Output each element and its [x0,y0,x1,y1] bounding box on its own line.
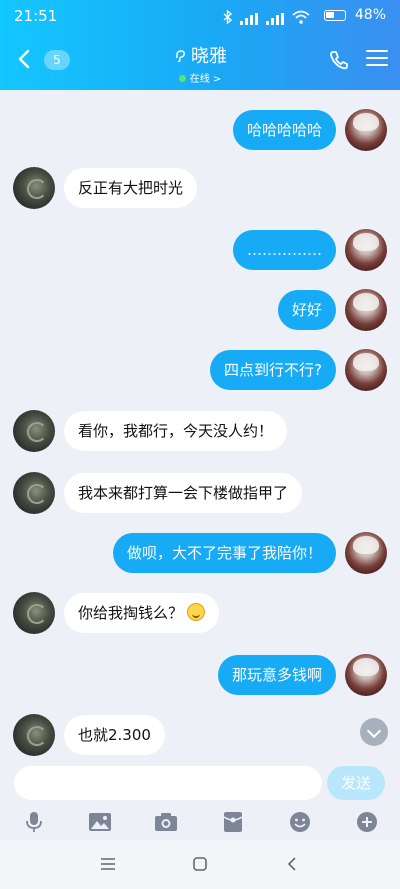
toolbar [0,810,400,836]
message-bubble[interactable]: 四点到行不行? [210,350,336,390]
send-button[interactable]: 发送 [327,766,385,800]
message-bubble[interactable]: 我本来都打算一会下楼做指甲了 [64,473,303,513]
my-avatar[interactable] [345,654,387,696]
system-nav-bar [0,840,400,889]
contact-avatar[interactable] [13,410,55,452]
emoji-icon[interactable] [287,810,313,834]
battery-level: 48% [354,7,386,23]
scroll-to-bottom-button[interactable] [360,718,388,746]
plus-icon[interactable] [354,810,380,834]
camera-icon[interactable] [153,810,179,834]
home-icon[interactable] [190,854,210,874]
message-bubble[interactable]: 也就2.300 [64,715,165,755]
message-bubble[interactable]: 做呗，大不了完事了我陪你！ [112,533,336,573]
message-row: 也就2.300 [0,712,400,758]
ear-icon [173,47,187,63]
message-row: 看你，我都行，今天没人约！ [0,408,400,454]
contact-avatar[interactable] [13,167,55,209]
status-time: 21:51 [14,7,58,25]
online-dot-icon [178,75,186,82]
back-icon[interactable] [283,854,303,874]
message-row: 反正有大把时光 [0,165,400,211]
my-avatar[interactable] [345,532,387,574]
battery-icon [324,10,346,21]
chat-header: 21:51 48% 5 晓雅 在线 > [0,0,400,90]
title-bar: 5 晓雅 在线 > [0,36,400,86]
contact-avatar[interactable] [13,714,55,756]
signal-icon-2 [266,12,284,25]
phone-icon[interactable] [328,49,350,71]
image-icon[interactable] [87,810,113,834]
menu-icon[interactable] [366,50,388,70]
message-row: 你给我掏钱么？ [0,590,400,636]
contact-name: 晓雅 [191,46,227,67]
message-row: 那玩意多钱啊 [0,652,400,698]
contact-avatar[interactable] [13,592,55,634]
message-row: 哈哈哈哈哈 [0,107,400,153]
microphone-icon[interactable] [21,810,47,834]
message-bubble[interactable]: 好好 [277,290,336,330]
my-avatar[interactable] [345,289,387,331]
message-bubble[interactable]: 看你，我都行，今天没人约！ [64,411,288,451]
message-row: …………… [0,227,400,273]
message-bubble[interactable]: 反正有大把时光 [64,168,198,208]
message-bubble[interactable]: 哈哈哈哈哈 [232,110,336,150]
message-bubble[interactable]: 那玩意多钱啊 [217,655,336,695]
message-input[interactable] [14,766,322,800]
message-row: 我本来都打算一会下楼做指甲了 [0,470,400,516]
message-bubble[interactable]: 你给我掏钱么？ [64,593,220,633]
message-text: 你给我掏钱么？ [78,604,184,622]
presence-status: 在线 > [189,74,222,85]
status-bar: 21:51 48% [0,0,400,34]
bluetooth-icon [223,9,233,28]
message-bubble[interactable]: …………… [233,230,336,270]
signal-icon [240,12,258,25]
menu-icon[interactable] [98,854,118,874]
input-bar: 发送 [0,760,400,840]
my-avatar[interactable] [345,349,387,391]
my-avatar[interactable] [345,109,387,151]
wifi-icon [292,9,310,28]
message-row: 四点到行不行? [0,347,400,393]
contact-avatar[interactable] [13,472,55,514]
smile-emoji-icon [187,603,206,621]
message-list[interactable]: 哈哈哈哈哈 反正有大把时光 …………… 好好 四点到行不行? 看你，我都行，今天… [0,90,400,760]
red-packet-icon[interactable] [220,810,246,834]
my-avatar[interactable] [345,229,387,271]
message-row: 做呗，大不了完事了我陪你！ [0,530,400,576]
message-row: 好好 [0,287,400,333]
